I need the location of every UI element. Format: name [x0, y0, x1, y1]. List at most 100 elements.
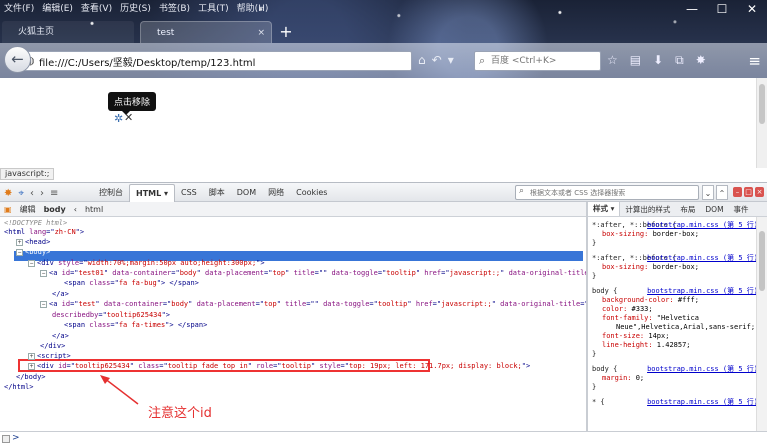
web-search-bar[interactable]: ⌕ [474, 51, 601, 71]
html-tree-line[interactable]: − <div style="width:70%;margin:50px auto;… [28, 259, 265, 269]
html-tree-line[interactable]: </a> [52, 332, 69, 342]
close-window-button[interactable]: ✕ [737, 0, 767, 18]
html-tree-line[interactable]: </html> [4, 383, 34, 393]
chevron-down-icon[interactable]: ⌄ [702, 185, 714, 200]
tab-home[interactable]: 火狐主页 [2, 21, 134, 43]
css-property[interactable]: margin: 0; [592, 374, 758, 383]
firebug-tab[interactable]: 网络 [262, 184, 290, 202]
collapse-icon[interactable]: − [16, 249, 23, 256]
firebug-search[interactable]: ⌕ [515, 185, 699, 200]
back-button[interactable]: ← [4, 46, 31, 73]
css-property[interactable]: line-height: 1.42857; [592, 341, 758, 350]
collapse-icon[interactable]: − [40, 301, 47, 308]
html-tree-line[interactable]: − <a id="test01" data-container="body" da… [40, 269, 634, 279]
inspect-icon[interactable]: ⌖ [18, 188, 24, 199]
minimize-button[interactable]: — [677, 0, 707, 18]
breadcrumb-body[interactable]: body [44, 205, 66, 214]
download-icon[interactable]: ⬇ [653, 53, 663, 68]
firebug-search-input[interactable] [530, 187, 696, 199]
side-tab[interactable]: 计算出的样式 [620, 204, 675, 215]
edit-button[interactable]: 编辑 [20, 204, 36, 215]
firebug-tab[interactable]: DOM [231, 184, 262, 202]
side-tab[interactable]: DOM [700, 205, 728, 214]
breadcrumb-html[interactable]: html [85, 205, 103, 214]
tab-close-icon[interactable]: × [257, 22, 265, 44]
css-property[interactable]: Neue",Helvetica,Arial,sans-serif; [592, 323, 758, 332]
chevron-up-icon[interactable]: ⌃ [716, 185, 728, 200]
bookmark-star-icon[interactable]: ☆ [607, 53, 618, 68]
menu-item[interactable]: 帮助(H) [237, 2, 269, 16]
style-panel-scrollbar[interactable] [756, 217, 767, 431]
css-source-link[interactable]: bootstrap.min.css (第 5 行) [647, 365, 758, 374]
web-search-input[interactable] [491, 53, 599, 69]
back-arrow-icon[interactable]: ‹ [30, 188, 34, 199]
inspect-box-icon[interactable]: ▣ [4, 205, 12, 214]
css-property[interactable]: color: #333; [592, 305, 758, 314]
firebug-icon[interactable]: ✸ [4, 188, 12, 199]
command-line-toggle[interactable] [2, 435, 10, 443]
css-property[interactable]: box-sizing: border-box; [592, 263, 758, 272]
menu-item[interactable]: 文件(F) [4, 2, 34, 16]
url-input[interactable] [39, 52, 349, 70]
firebug-icon[interactable]: ✸ [696, 53, 706, 68]
firebug-tab[interactable]: HTML ▾ [129, 183, 176, 203]
css-property[interactable]: background-color: #fff; [592, 296, 758, 305]
page-scrollbar[interactable] [756, 78, 767, 168]
collapse-icon[interactable]: − [40, 270, 47, 277]
expand-icon[interactable]: + [28, 363, 35, 370]
close-icon[interactable]: ✕ [124, 111, 133, 124]
firebug-tab[interactable]: 脚本 [203, 184, 231, 202]
html-tree-line[interactable]: describedby="tooltip625434"> [52, 311, 170, 321]
css-rule[interactable]: body {bootstrap.min.css (第 5 行) margin: 0… [592, 365, 758, 392]
css-property[interactable]: box-sizing: border-box; [592, 230, 758, 239]
firebug-tab[interactable]: 控制台 [93, 184, 129, 202]
firebug-detach-button[interactable]: □ [744, 187, 753, 197]
bug-icon[interactable]: ✲ [114, 112, 123, 125]
scroll-thumb[interactable] [759, 231, 765, 291]
maximize-button[interactable]: ☐ [707, 0, 737, 18]
css-source-link[interactable]: bootstrap.min.css (第 5 行) [647, 221, 758, 230]
collapse-icon[interactable]: − [28, 260, 35, 267]
css-rule[interactable]: *:after, *::before {bootstrap.min.css (第… [592, 254, 758, 281]
css-source-link[interactable]: bootstrap.min.css (第 5 行) [647, 287, 758, 296]
firebug-minimize-button[interactable]: – [733, 187, 742, 197]
expand-icon[interactable]: + [28, 353, 35, 360]
menu-item[interactable]: 编辑(E) [42, 2, 73, 16]
menu-icon[interactable]: ≡ [748, 52, 761, 70]
url-bar[interactable]: ◍ [20, 51, 412, 71]
html-tree-line[interactable]: <html lang="zh-CN"> [4, 228, 84, 238]
firebug-tab[interactable]: Cookies [290, 184, 333, 202]
dropdown-icon[interactable]: ▾ [448, 53, 454, 67]
css-rule[interactable]: body {bootstrap.min.css (第 5 行) backgroun… [592, 287, 758, 359]
css-property[interactable]: font-size: 14px; [592, 332, 758, 341]
html-tree-line[interactable]: + <div id="tooltip625434" class="tooltip … [28, 362, 530, 372]
html-tree-line[interactable]: </a> [52, 290, 69, 300]
html-tree-line[interactable]: − <a id="test" data-container="body" data… [40, 300, 646, 310]
css-source-link[interactable]: bootstrap.min.css (第 5 行) [647, 398, 758, 407]
css-rule[interactable]: *:after, *::before {bootstrap.min.css (第… [592, 221, 758, 248]
command-line-icon[interactable]: ≡ [50, 188, 58, 199]
tab-test[interactable]: test × [140, 21, 272, 43]
html-tree-line[interactable]: <span class="fa fa-bug"> </span> [64, 279, 199, 289]
addon-icon[interactable]: ⧉ [675, 53, 684, 68]
menu-item[interactable]: 书签(B) [159, 2, 190, 16]
scroll-thumb[interactable] [759, 84, 765, 124]
css-property[interactable]: font-family: "Helvetica [592, 314, 758, 323]
html-tree-line[interactable]: <span class="fa fa-times"> </span> [64, 321, 207, 331]
side-tab[interactable]: 事件 [729, 204, 754, 215]
menu-item[interactable]: 查看(V) [81, 2, 112, 16]
new-tab-button[interactable]: + [278, 21, 294, 43]
expand-icon[interactable]: + [16, 239, 23, 246]
firebug-tab[interactable]: CSS [175, 184, 203, 202]
reload-icon[interactable]: ↶ [432, 53, 442, 67]
side-tab[interactable]: 布局 [675, 204, 700, 215]
html-tree-line[interactable]: − <body> [16, 248, 50, 258]
firebug-close-button[interactable]: × [755, 187, 764, 197]
firebug-command-line[interactable]: > [0, 431, 767, 445]
menu-item[interactable]: 历史(S) [120, 2, 151, 16]
html-tree-line[interactable]: + <script> [28, 352, 71, 362]
html-tree-line[interactable]: </div> [40, 342, 65, 352]
bookmarks-list-icon[interactable]: ▤ [630, 53, 641, 68]
forward-arrow-icon[interactable]: › [40, 188, 44, 199]
home-icon[interactable]: ⌂ [418, 53, 426, 67]
